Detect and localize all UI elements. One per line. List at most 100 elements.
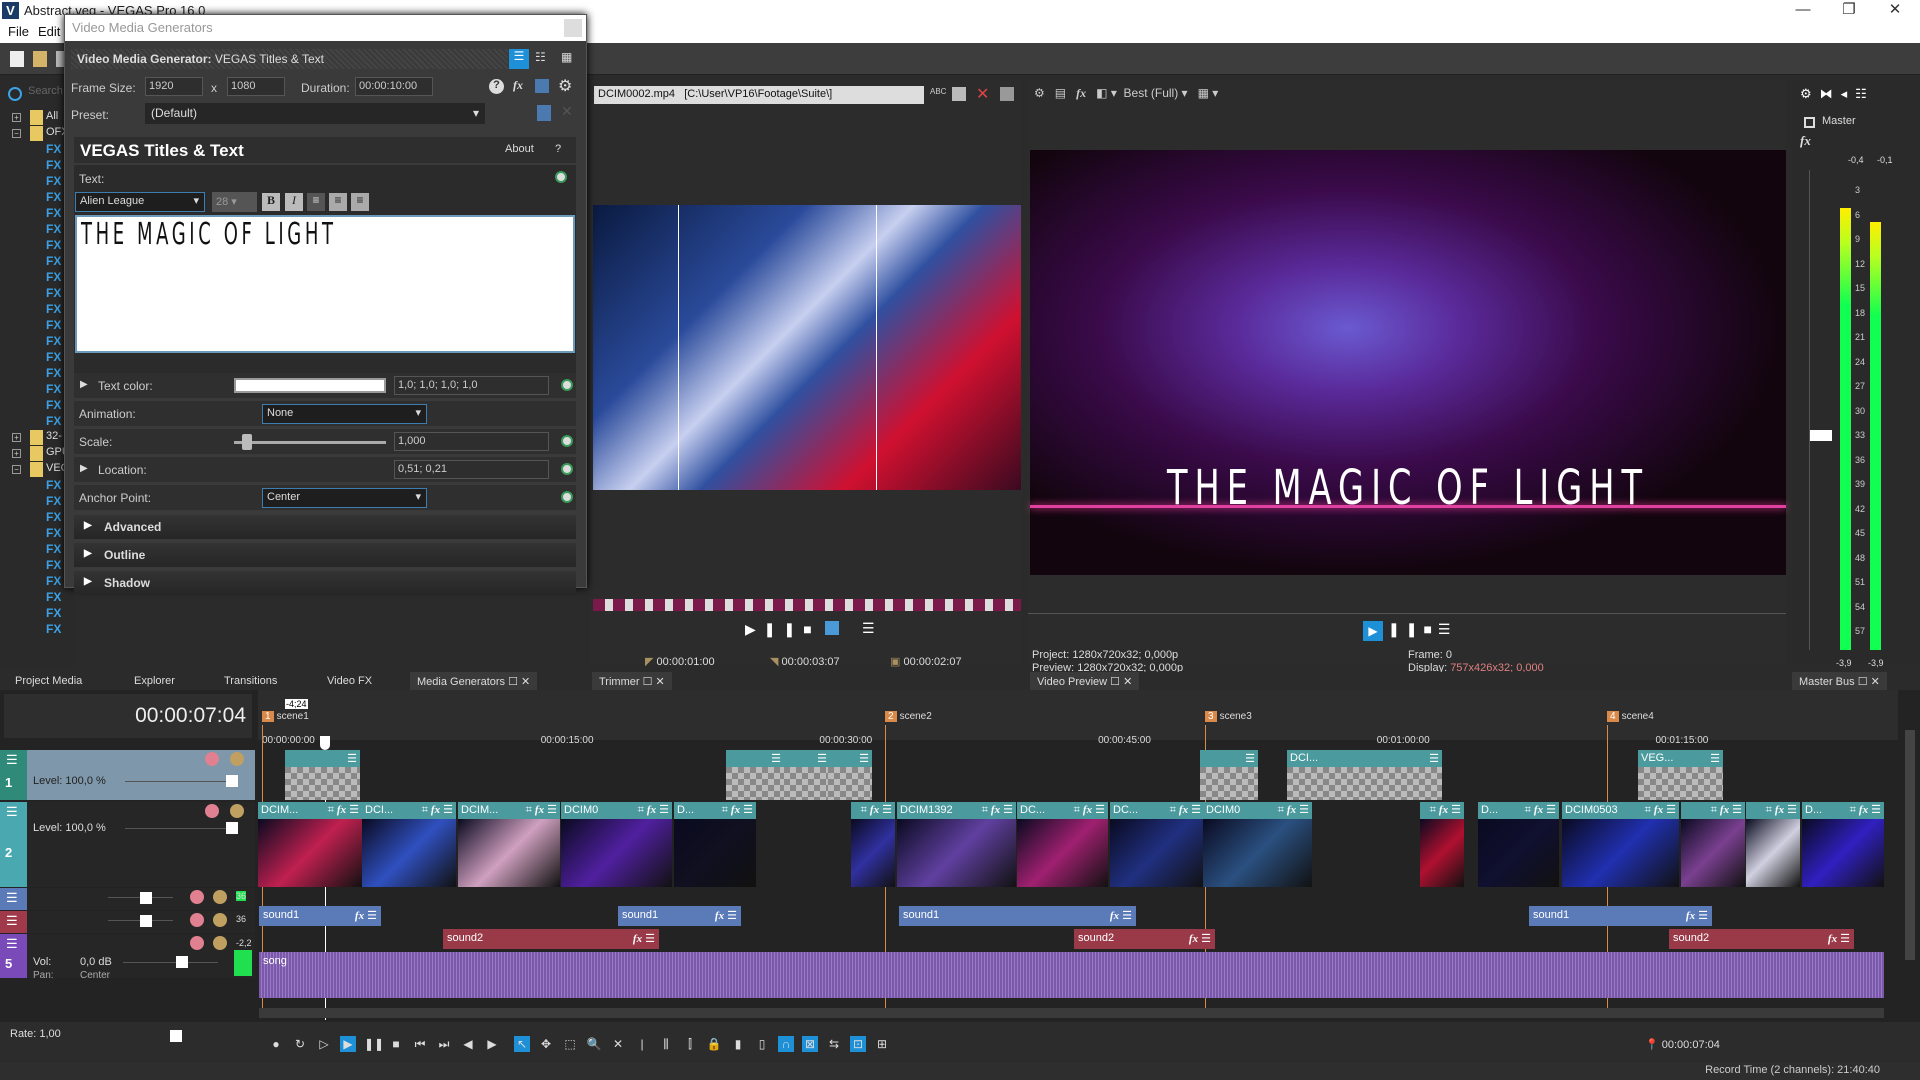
tab-master-bus[interactable]: Master Bus ☐ ✕ [1792, 672, 1887, 692]
prev-frame-button[interactable]: ◀ [460, 1036, 476, 1052]
scene-marker[interactable]: 4 scene4 [1607, 711, 1654, 722]
text-color-swatch[interactable] [234, 378, 386, 393]
vol-slider[interactable] [123, 962, 218, 963]
next-frame-button[interactable]: ▶ [484, 1036, 500, 1052]
video-clip[interactable]: ⌗ fx ☰ [1746, 802, 1801, 887]
fx-plugin-item[interactable]: FX [46, 206, 61, 220]
scene-marker[interactable]: 1 scene1 [262, 711, 309, 722]
video-clip[interactable]: DCIM1392 ⌗ fx ☰ [897, 802, 1017, 887]
align-right-button[interactable]: ≡ [351, 193, 369, 211]
split-button[interactable]: ⫿ [682, 1036, 698, 1052]
fx-plugin-item[interactable]: FX [46, 414, 61, 428]
fx-plugin-item[interactable]: FX [46, 334, 61, 348]
track-menu-icon[interactable]: ☰ [6, 752, 18, 768]
preview-transport[interactable]: ❚❚■☰ [1388, 621, 1456, 638]
keyframe-icon[interactable] [561, 435, 573, 447]
track-menu-icon[interactable]: ☰ [6, 936, 18, 952]
tab-transitions[interactable]: Transitions [217, 672, 284, 692]
audio-clip-sound1[interactable]: sound1 fx ☰ [618, 906, 741, 926]
video-clip[interactable]: DCI... ☰ [1287, 750, 1442, 800]
tab-explorer[interactable]: Explorer [127, 672, 182, 692]
duration-input[interactable]: 00:00:10:00 [355, 77, 433, 96]
clip-icons[interactable]: fx ☰ [1189, 932, 1211, 945]
clip-icons[interactable]: ⌗ fx ☰ [526, 803, 557, 817]
font-select[interactable]: Alien League [75, 192, 205, 212]
tab-video-preview[interactable]: Video Preview ☐ ✕ [1030, 672, 1140, 692]
clip-icons[interactable]: ⌗ fx ☰ [1525, 803, 1556, 817]
clip-icons[interactable]: ⌗ fx ☰ [1430, 803, 1461, 817]
mute-icon[interactable] [205, 804, 219, 818]
view-grid-button[interactable]: ▦ [561, 50, 572, 64]
clip-icons[interactable]: fx ☰ [1110, 909, 1132, 922]
vol-thumb[interactable] [176, 956, 188, 968]
section-outline[interactable]: ▶ Outline [74, 543, 576, 567]
copy-snapshot-icon[interactable]: ▤ [1055, 86, 1066, 100]
fx-plugin-item[interactable]: FX [46, 510, 61, 524]
solo-icon[interactable] [230, 752, 244, 766]
trimmer-file-select[interactable]: DCIM0002.mp4 [C:\User\VP16\Footage\Suite… [594, 86, 924, 104]
track-menu-icon[interactable]: ☰ [6, 804, 18, 820]
selection-tool[interactable]: ⬚ [562, 1036, 578, 1052]
mute-icon[interactable] [190, 936, 204, 950]
italic-button[interactable]: I [285, 193, 303, 211]
expand-toggle[interactable]: + [12, 113, 21, 122]
prop-select[interactable]: None [262, 404, 427, 424]
expand-arrow-icon[interactable]: ▶ [80, 463, 88, 474]
dialog-close-button[interactable] [564, 19, 582, 37]
video-clip[interactable]: ☰ [726, 750, 784, 800]
solo-icon[interactable] [213, 936, 227, 950]
clip-menu-icon[interactable]: ☰ [817, 752, 827, 765]
clip-menu-icon[interactable]: ☰ [1429, 752, 1439, 765]
clip-icons[interactable]: ⌗ fx ☰ [1074, 803, 1105, 817]
marker-button[interactable]: ▮ [730, 1036, 746, 1052]
fx-plugin-item[interactable]: FX [46, 270, 61, 284]
fx-plugin-item[interactable]: FX [46, 190, 61, 204]
fx-plugin-item[interactable]: FX [46, 174, 61, 188]
clear-icon[interactable]: ✕ [976, 84, 989, 104]
solo-icon[interactable] [213, 890, 227, 904]
keyframe-icon[interactable] [561, 491, 573, 503]
volume-thumb[interactable] [140, 915, 152, 927]
generator-window-icon[interactable] [535, 79, 549, 93]
delete-preset-icon[interactable]: ✕ [561, 103, 573, 120]
fx-plugin-item[interactable]: FX [46, 478, 61, 492]
snapping-button[interactable]: ∩ [778, 1036, 794, 1052]
track-header-1[interactable]: ☰ 1 Level: 100,0 % [0, 750, 255, 800]
ignore-grouping-button[interactable]: ⊞ [874, 1036, 890, 1052]
settings-gear-icon[interactable]: ⚙ [558, 76, 572, 96]
menu-file[interactable]: File [8, 24, 29, 39]
clip-icons[interactable]: fx ☰ [355, 909, 377, 922]
fx-plugin-item[interactable]: FX [46, 622, 61, 636]
video-clip[interactable]: DCIM0503 ⌗ fx ☰ [1562, 802, 1680, 887]
fx-plugin-item[interactable]: FX [46, 286, 61, 300]
menu-edit[interactable]: Edit [38, 24, 60, 39]
video-fx-icon[interactable]: fx [1076, 86, 1086, 100]
play-button[interactable]: ▶ [340, 1036, 356, 1052]
audio-clip-sound2[interactable]: sound2 fx ☰ [443, 929, 659, 949]
audio-clip-sound1[interactable]: sound1 fx ☰ [259, 906, 381, 926]
normal-edit-tool[interactable]: ↖ [514, 1036, 530, 1052]
track-header-5[interactable]: ☰ 5 Vol: 0,0 dB Pan: Center -2,2 [0, 934, 255, 981]
region-button[interactable]: ▯ [754, 1036, 770, 1052]
add-fx-icon[interactable]: fx [513, 78, 523, 93]
clip-menu-icon[interactable]: ☰ [771, 752, 781, 765]
clip-icons[interactable]: fx ☰ [633, 932, 655, 945]
view-list-button[interactable]: ☰ [509, 49, 529, 69]
lock-envelopes-button[interactable]: ⊡ [850, 1036, 866, 1052]
fx-plugin-item[interactable]: FX [46, 590, 61, 604]
clip-icons[interactable]: fx ☰ [1828, 932, 1850, 945]
track-header-4[interactable]: ☰ 36 [0, 911, 255, 933]
fx-plugin-item[interactable]: FX [46, 494, 61, 508]
horizontal-scrollbar[interactable] [259, 1008, 1884, 1018]
mute-icon[interactable] [190, 890, 204, 904]
tab-video-fx[interactable]: Video FX [320, 672, 379, 692]
fx-plugin-item[interactable]: FX [46, 222, 61, 236]
video-clip[interactable]: ☰ [1200, 750, 1258, 800]
track-menu-icon[interactable]: ☰ [6, 913, 18, 929]
fx-plugin-item[interactable]: FX [46, 606, 61, 620]
playhead[interactable] [320, 736, 330, 750]
level-slider-track[interactable] [125, 781, 235, 782]
in-point-line[interactable] [678, 205, 679, 490]
track-header-2[interactable]: ☰ 2 Level: 100,0 % [0, 802, 255, 887]
fx-plugin-item[interactable]: FX [46, 526, 61, 540]
